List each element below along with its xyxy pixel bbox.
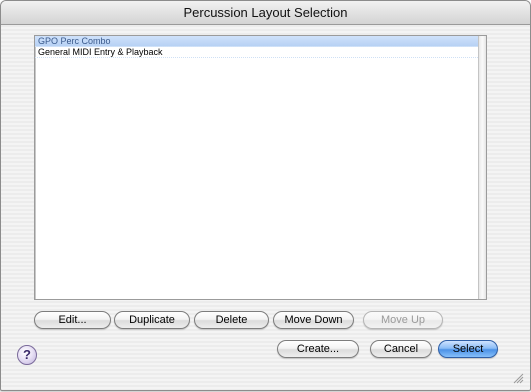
delete-button[interactable]: Delete	[194, 311, 269, 329]
select-button[interactable]: Select	[438, 340, 498, 358]
cancel-button[interactable]: Cancel	[370, 340, 432, 358]
list-item[interactable]: GPO Perc Combo	[35, 36, 486, 47]
move-down-button[interactable]: Move Down	[273, 311, 354, 329]
resize-grip-icon[interactable]	[512, 372, 524, 384]
list-scrollbar[interactable]	[478, 36, 486, 299]
edit-button[interactable]: Edit...	[34, 311, 111, 329]
move-up-button: Move Up	[363, 311, 443, 329]
list-item[interactable]: General MIDI Entry & Playback	[35, 47, 486, 58]
help-icon[interactable]: ?	[17, 345, 37, 365]
duplicate-button[interactable]: Duplicate	[114, 311, 190, 329]
layout-list[interactable]: GPO Perc Combo General MIDI Entry & Play…	[34, 35, 487, 300]
percussion-layout-dialog: Percussion Layout Selection GPO Perc Com…	[0, 0, 531, 391]
dialog-title: Percussion Layout Selection	[183, 5, 348, 20]
create-button[interactable]: Create...	[277, 340, 359, 358]
title-bar[interactable]: Percussion Layout Selection	[1, 1, 530, 25]
